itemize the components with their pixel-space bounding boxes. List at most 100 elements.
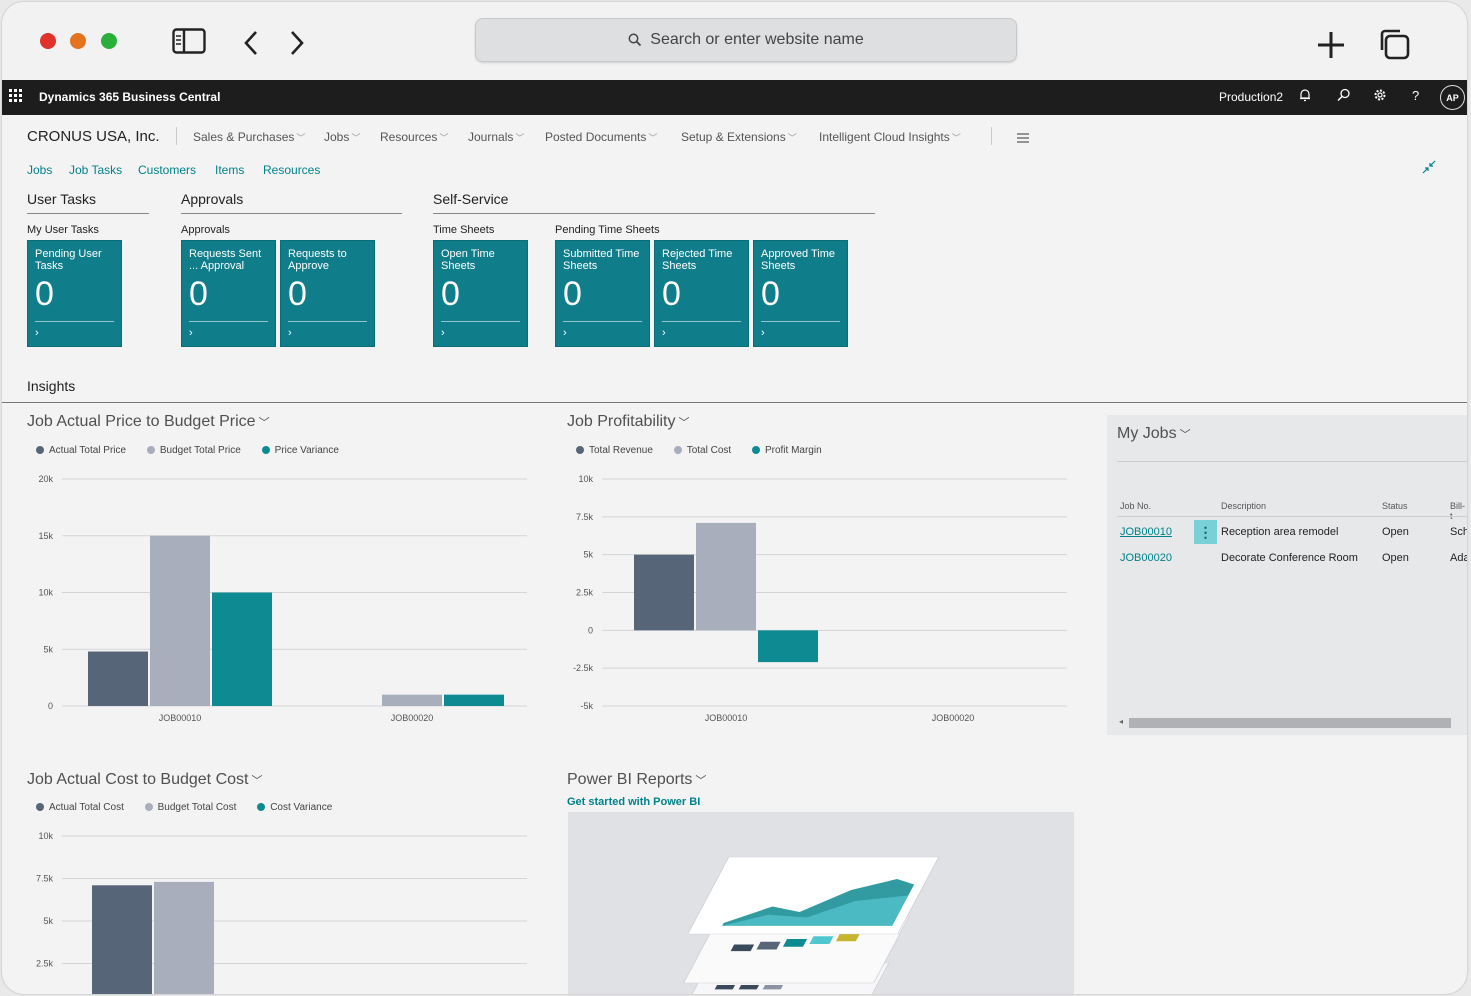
nav-intelligent-cloud-insights[interactable]: Intelligent Cloud Insights ﹀ [819,130,961,144]
environment-name[interactable]: Production2 [1219,90,1283,104]
quick-link-job-tasks[interactable]: Job Tasks [69,163,122,177]
app-launcher-icon[interactable] [9,89,22,105]
chevron-down-icon: ﹀ [648,133,658,143]
legend-item[interactable]: Cost Variance [257,802,332,813]
legend-marker [144,803,153,811]
subgroup-title: Approvals [181,224,230,236]
my-jobs-panel: My Jobs ﹀ Job No. Description Status Bill… [1107,415,1467,735]
legend-item[interactable]: Profit Margin [751,445,822,456]
new-tab-icon[interactable] [1316,30,1346,60]
tile-label: Submitted Time Sheets [563,248,640,272]
gear-icon[interactable] [1373,88,1387,105]
scroll-left-icon[interactable]: ◂ [1119,717,1123,726]
bar[interactable] [382,694,442,706]
legend-item[interactable]: Actual Total Cost [36,802,124,813]
bar[interactable] [634,554,694,631]
column-header-bill-to[interactable]: Bill-t [1450,501,1467,521]
close-window-button[interactable] [40,33,56,49]
row-actions-icon[interactable]: ⋮ [1194,520,1217,544]
nav-resources[interactable]: Resources ﹀ [380,130,448,144]
tile-submitted-time-sheets[interactable]: Submitted Time Sheets 0 › [555,240,650,347]
search-icon[interactable] [1337,88,1351,105]
header-divider [1117,516,1467,517]
tile-divider [662,321,741,322]
back-icon[interactable] [242,30,260,56]
column-header-status[interactable]: Status [1382,501,1408,511]
job-number-link[interactable]: JOB00020 [1120,552,1172,564]
nav-label: Jobs [324,130,350,144]
nav-posted-documents[interactable]: Posted Documents ﹀ [545,130,657,144]
bar[interactable] [696,522,756,631]
bar[interactable] [758,630,818,663]
nav-setup-extensions[interactable]: Setup & Extensions ﹀ [681,130,797,144]
x-tick-label: JOB00020 [391,713,434,723]
my-jobs-title[interactable]: My Jobs ﹀ [1117,425,1191,443]
scrollbar-thumb[interactable] [1129,718,1451,728]
nav-sales-purchases[interactable]: Sales & Purchases ﹀ [193,130,305,144]
chevron-down-icon: ﹀ [351,133,361,143]
y-tick-label: 15k [38,531,53,541]
chart-title-job-profitability[interactable]: Job Profitability ﹀ [567,413,690,431]
tile-pending-user-tasks[interactable]: Pending User Tasks 0 › [27,240,122,347]
job-number-link[interactable]: JOB00010 [1120,526,1172,538]
bar[interactable] [92,885,152,994]
help-icon[interactable]: ? [1412,88,1419,103]
horizontal-scrollbar[interactable]: ◂ [1117,717,1467,728]
tile-approved-time-sheets[interactable]: Approved Time Sheets 0 › [753,240,848,347]
y-tick-label: 5k [43,916,53,926]
nav-jobs[interactable]: Jobs ﹀ [324,130,360,144]
zoom-window-button[interactable] [101,33,117,49]
collapse-icon[interactable] [1422,160,1436,179]
quick-link-resources[interactable]: Resources [263,163,320,177]
avatar[interactable]: AP [1440,85,1465,110]
job-status: Open [1382,526,1409,538]
bar[interactable] [212,592,272,707]
tile-value: 0 [288,275,307,313]
address-bar[interactable]: Search or enter website name [475,18,1017,62]
tile-requests-sent-for-approval[interactable]: Requests Sent ... Approval 0 › [181,240,276,347]
job-bill-to: Ada [1450,552,1467,564]
tile-open-time-sheets[interactable]: Open Time Sheets 0 › [433,240,528,347]
job-description: Reception area remodel [1221,526,1339,538]
tile-requests-to-approve[interactable]: Requests to Approve 0 › [280,240,375,347]
group-underline [181,213,402,214]
y-tick-label: 7.5k [36,874,54,884]
bar[interactable] [444,694,504,706]
legend-label: Profit Margin [764,445,822,456]
chart-title-cost-to-budget[interactable]: Job Actual Cost to Budget Cost ﹀ [27,771,262,789]
forward-icon[interactable] [288,30,306,56]
bell-icon[interactable] [1299,88,1311,105]
column-header-job-no[interactable]: Job No. [1120,501,1151,511]
nav-journals[interactable]: Journals ﹀ [468,130,524,144]
tile-divider [441,321,520,322]
group-title-self-service: Self-Service [433,191,509,207]
quick-link-items[interactable]: Items [215,163,244,177]
sidebar-toggle-icon[interactable] [172,28,206,54]
bar[interactable] [154,881,214,994]
chart-title-price-to-budget[interactable]: Job Actual Price to Budget Price ﹀ [27,413,270,431]
power-bi-get-started-link[interactable]: Get started with Power BI [567,796,700,808]
bar[interactable] [150,535,210,706]
company-name[interactable]: CRONUS USA, Inc. [27,128,160,145]
chart-title-text: Job Profitability [567,413,676,430]
power-bi-title[interactable]: Power BI Reports ﹀ [567,771,706,789]
bar[interactable] [88,651,148,706]
minimize-window-button[interactable] [70,33,86,49]
column-header-description[interactable]: Description [1221,501,1266,511]
quick-link-jobs[interactable]: Jobs [27,163,52,177]
tab-overview-icon[interactable] [1378,28,1410,60]
legend-item[interactable]: Budget Total Price [146,445,241,456]
legend-item[interactable]: Budget Total Cost [144,802,236,813]
quick-link-customers[interactable]: Customers [138,163,196,177]
legend-item[interactable]: Total Revenue [576,445,653,456]
tile-divider [563,321,642,322]
tile-rejected-time-sheets[interactable]: Rejected Time Sheets 0 › [654,240,749,347]
x-tick-label: JOB00010 [159,713,202,723]
legend-label: Price Variance [274,445,339,456]
legend-item[interactable]: Price Variance [261,445,339,456]
hamburger-menu-icon[interactable] [1016,131,1030,149]
legend-item[interactable]: Actual Total Price [36,445,126,456]
legend-item[interactable]: Total Cost [673,445,731,456]
chevron-right-icon: › [35,327,39,339]
nav-label: Sales & Purchases [193,130,295,144]
